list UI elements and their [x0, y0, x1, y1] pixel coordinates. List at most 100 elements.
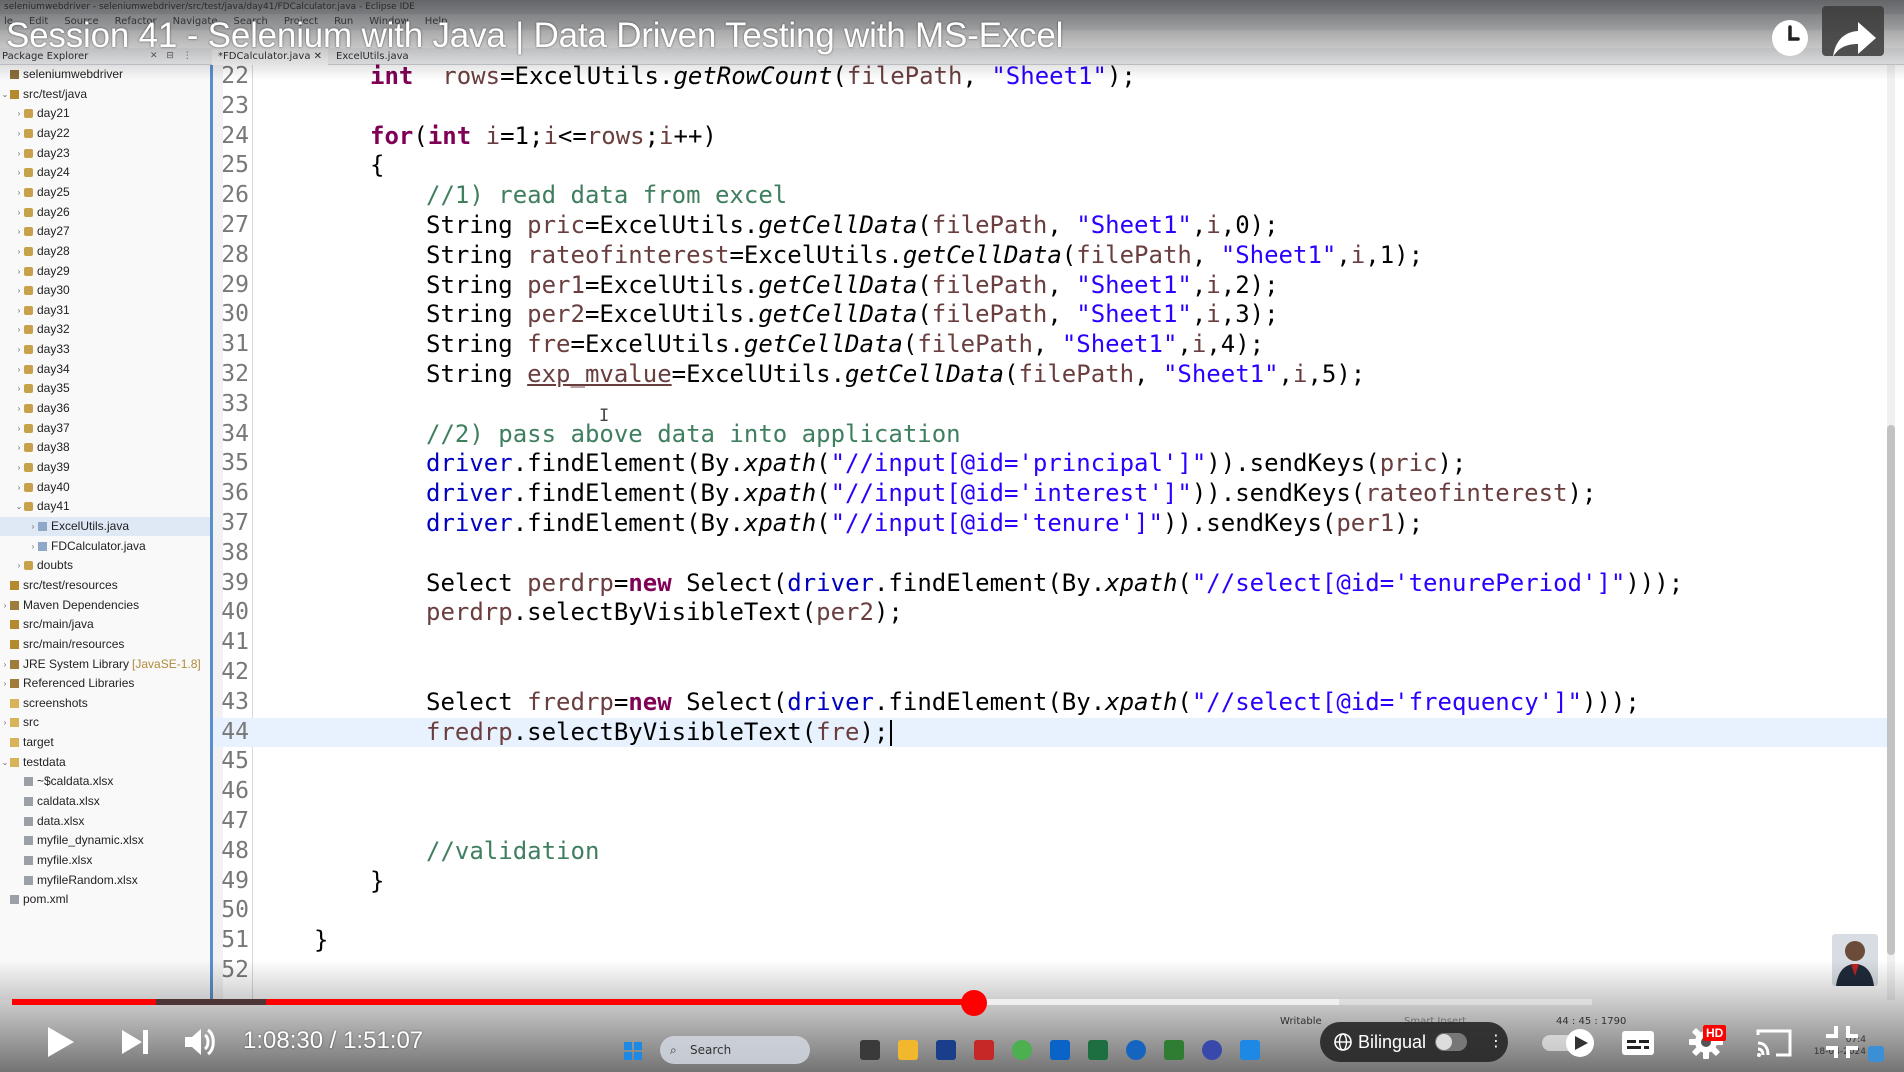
mute-button[interactable]	[180, 1022, 220, 1062]
code-line[interactable]: 44 fredrp.selectByVisibleText(fre);	[213, 717, 1890, 748]
collapsed-arrow-icon[interactable]: ›	[0, 674, 10, 693]
tree-item[interactable]: seleniumwebdriver	[0, 65, 210, 84]
collapsed-arrow-icon[interactable]: ›	[14, 281, 24, 300]
collapsed-arrow-icon[interactable]: ›	[14, 301, 24, 320]
code-line[interactable]: 28 String rateofinterest=ExcelUtils.getCe…	[213, 241, 1890, 271]
code-line[interactable]: 41	[213, 628, 1890, 658]
code-line[interactable]: 40 perdrp.selectByVisibleText(per2);	[213, 598, 1890, 628]
tree-item[interactable]: › day37	[0, 419, 210, 438]
watch-later-button[interactable]	[1770, 18, 1810, 58]
code-line[interactable]: 48 //validation	[213, 837, 1890, 867]
exit-fullscreen-button[interactable]	[1822, 1022, 1862, 1062]
code-line[interactable]: 33	[213, 390, 1890, 420]
zoom-icon[interactable]	[1126, 1040, 1146, 1060]
autoplay-toggle[interactable]	[1540, 1027, 1600, 1059]
collapsed-arrow-icon[interactable]: ›	[14, 379, 24, 398]
code-line[interactable]: 35 driver.findElement(By.xpath("//input[@…	[213, 449, 1890, 479]
tree-item[interactable]: ⌄ src/test/java	[0, 85, 210, 104]
scrollbar-thumb[interactable]	[1887, 425, 1895, 955]
tree-item[interactable]: › Referenced Libraries	[0, 674, 210, 693]
collapsed-arrow-icon[interactable]: ›	[14, 360, 24, 379]
tree-item[interactable]: › day38	[0, 438, 210, 457]
tree-item[interactable]: › day36	[0, 399, 210, 418]
tree-item[interactable]: › FDCalculator.java	[0, 537, 210, 556]
collapsed-arrow-icon[interactable]: ›	[14, 183, 24, 202]
collapsed-arrow-icon[interactable]: ›	[14, 203, 24, 222]
collapsed-arrow-icon[interactable]: ›	[14, 340, 24, 359]
code-line[interactable]: 22 int rows=ExcelUtils.getRowCount(filePa…	[213, 62, 1890, 92]
notepad-icon[interactable]	[1240, 1040, 1260, 1060]
tree-item[interactable]: › day22	[0, 124, 210, 143]
code-line[interactable]: 32 String exp_mvalue=ExcelUtils.getCellDa…	[213, 360, 1890, 390]
tree-item[interactable]: › day23	[0, 144, 210, 163]
code-line[interactable]: 27 String pric=ExcelUtils.getCellData(fil…	[213, 211, 1890, 241]
collapsed-arrow-icon[interactable]: ›	[14, 104, 24, 123]
collapsed-arrow-icon[interactable]: ›	[14, 399, 24, 418]
tree-item[interactable]: target	[0, 733, 210, 752]
cast-button[interactable]	[1754, 1025, 1794, 1061]
code-line[interactable]: 46	[213, 777, 1890, 807]
task-view-icon[interactable]	[860, 1040, 880, 1060]
code-line[interactable]: 30 String per2=ExcelUtils.getCellData(fil…	[213, 300, 1890, 330]
tree-item[interactable]: src/test/resources	[0, 576, 210, 595]
collapsed-arrow-icon[interactable]: ›	[14, 478, 24, 497]
tree-item[interactable]: ⌄ day41	[0, 497, 210, 516]
collapsed-arrow-icon[interactable]: ›	[28, 537, 38, 556]
tree-item[interactable]: myfile.xlsx	[0, 851, 210, 870]
tree-item[interactable]: › day27	[0, 222, 210, 241]
collapsed-arrow-icon[interactable]: ›	[0, 655, 10, 674]
seek-bar[interactable]	[12, 999, 1592, 1005]
code-line[interactable]: 47	[213, 807, 1890, 837]
collapsed-arrow-icon[interactable]: ›	[14, 144, 24, 163]
tree-item[interactable]: › Maven Dependencies	[0, 596, 210, 615]
subtitles-button[interactable]	[1620, 1026, 1656, 1060]
tree-item[interactable]: src/main/java	[0, 615, 210, 634]
editor-vertical-scrollbar[interactable]	[1887, 65, 1895, 1000]
tree-item[interactable]: › day28	[0, 242, 210, 261]
code-line[interactable]: 37 driver.findElement(By.xpath("//input[@…	[213, 509, 1890, 539]
seek-scrubber-handle[interactable]	[961, 990, 988, 1016]
tree-item[interactable]: src/main/resources	[0, 635, 210, 654]
expanded-arrow-icon[interactable]: ⌄	[14, 497, 24, 516]
code-line[interactable]: 45	[213, 747, 1890, 777]
collapsed-arrow-icon[interactable]: ›	[14, 262, 24, 281]
eclipse-icon[interactable]	[1202, 1040, 1222, 1060]
code-line[interactable]: 36 driver.findElement(By.xpath("//input[@…	[213, 479, 1890, 509]
code-line[interactable]: 26 //1) read data from excel	[213, 181, 1890, 211]
windows-start-icon[interactable]	[624, 1042, 642, 1060]
tree-item[interactable]: caldata.xlsx	[0, 792, 210, 811]
tree-item[interactable]: › day32	[0, 320, 210, 339]
code-line[interactable]: 51}	[213, 926, 1890, 956]
collapsed-arrow-icon[interactable]: ›	[28, 517, 38, 536]
code-line[interactable]: 31 String fre=ExcelUtils.getCellData(file…	[213, 330, 1890, 360]
video-title[interactable]: Session 41 - Selenium with Java | Data D…	[6, 16, 1063, 56]
code-line[interactable]: 29 String per1=ExcelUtils.getCellData(fil…	[213, 271, 1890, 301]
collapsed-arrow-icon[interactable]: ›	[0, 596, 10, 615]
code-line[interactable]: 34 //2) pass above data into application	[213, 420, 1890, 450]
outlook-icon[interactable]	[1050, 1040, 1070, 1060]
tree-item[interactable]: › day39	[0, 458, 210, 477]
tree-item[interactable]: ⌄ testdata	[0, 753, 210, 772]
mcafee-icon[interactable]	[974, 1040, 994, 1060]
tree-item[interactable]: › day40	[0, 478, 210, 497]
app-l-icon[interactable]	[936, 1040, 956, 1060]
tree-item[interactable]: › day31	[0, 301, 210, 320]
tree-item[interactable]: › day25	[0, 183, 210, 202]
code-line[interactable]: 43 Select fredrp=new Select(driver.findEl…	[213, 688, 1890, 718]
tree-item[interactable]: data.xlsx	[0, 812, 210, 831]
expanded-arrow-icon[interactable]: ⌄	[0, 85, 10, 104]
code-line[interactable]: 52	[213, 956, 1890, 986]
code-line[interactable]: 24 for(int i=1;i<=rows;i++)	[213, 122, 1890, 152]
tree-item[interactable]: pom.xml	[0, 890, 210, 909]
expanded-arrow-icon[interactable]: ⌄	[0, 753, 10, 772]
tree-item[interactable]: myfile_dynamic.xlsx	[0, 831, 210, 850]
code-line[interactable]: 25 {	[213, 151, 1890, 181]
bilingual-subtitle-toggle[interactable]: Bilingual ⋮	[1320, 1022, 1508, 1062]
code-line[interactable]: 50	[213, 896, 1890, 926]
tree-item[interactable]: › JRE System Library [JavaSE-1.8]	[0, 655, 210, 674]
collapsed-arrow-icon[interactable]: ›	[14, 222, 24, 241]
collapsed-arrow-icon[interactable]: ›	[14, 242, 24, 261]
collapsed-arrow-icon[interactable]: ›	[14, 320, 24, 339]
code-line[interactable]: 42	[213, 658, 1890, 688]
share-button[interactable]	[1830, 18, 1880, 60]
